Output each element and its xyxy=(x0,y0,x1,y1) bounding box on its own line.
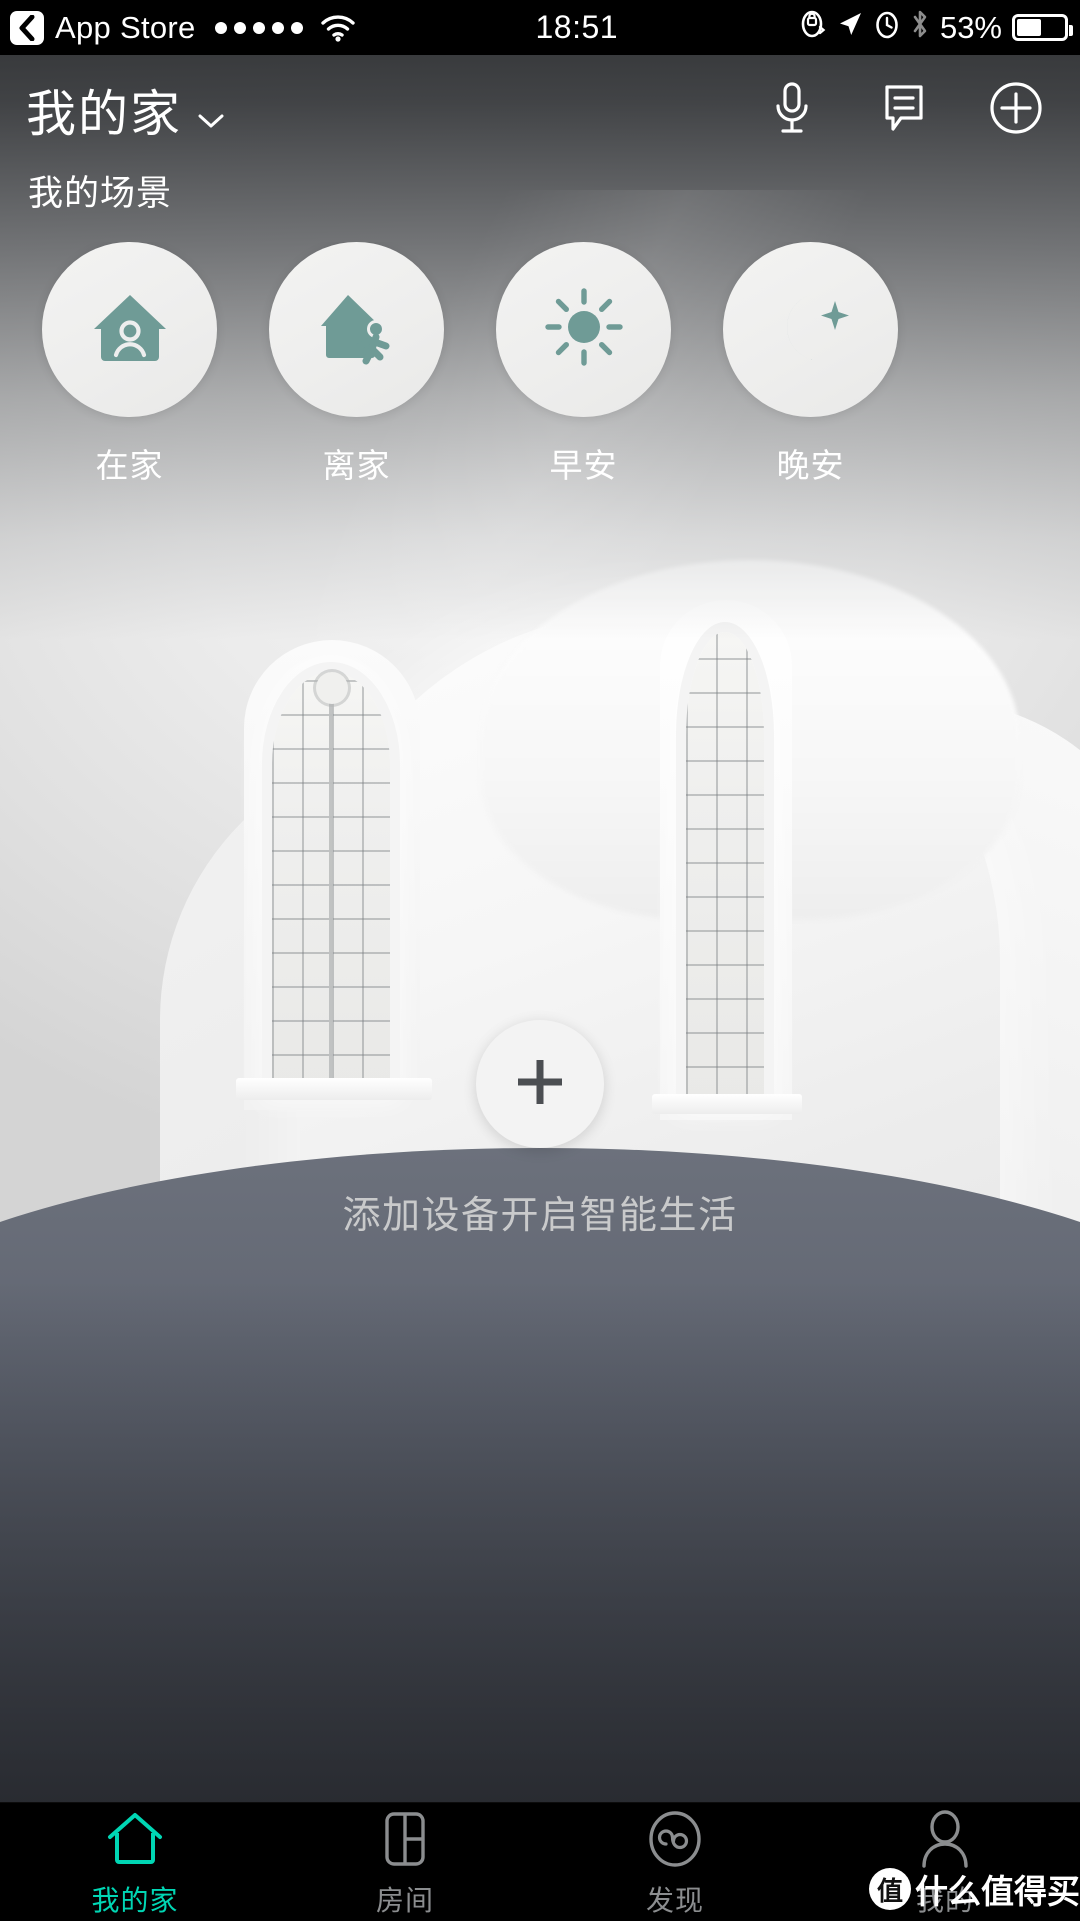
voice-button[interactable] xyxy=(764,80,820,141)
house-person-icon xyxy=(87,287,173,372)
plus-circle-icon xyxy=(989,81,1043,140)
chevron-left-icon xyxy=(18,14,36,41)
status-bar-center: 18:51 xyxy=(356,9,798,46)
signal-dots-icon xyxy=(214,21,303,34)
scene-label: 离家 xyxy=(322,447,391,484)
battery-icon xyxy=(1012,14,1073,41)
app-header: 我的家 xyxy=(0,55,1080,165)
scene-icon-circle xyxy=(496,242,671,417)
tab-label: 我的 xyxy=(915,1885,974,1916)
scene-icon-circle xyxy=(269,242,444,417)
bottom-gradient-scrim xyxy=(0,1282,1080,1802)
scene-item-at-home[interactable]: 在家 xyxy=(42,242,217,487)
alarm-clock-icon xyxy=(874,9,900,47)
header-actions xyxy=(764,80,1080,141)
add-device-button[interactable] xyxy=(476,1020,604,1148)
scene-label: 早安 xyxy=(549,447,618,484)
scene-label: 晚安 xyxy=(776,447,845,484)
app-screen: App Store 18:51 53% 我的家 我的场景 在家 离家 早安 晚安… xyxy=(0,0,1080,1921)
status-bar-right: 53% xyxy=(798,8,1080,48)
back-to-app-button[interactable] xyxy=(10,10,44,45)
microphone-icon xyxy=(770,80,814,141)
tab-profile[interactable]: 我的 xyxy=(810,1803,1080,1921)
status-bar-left: App Store xyxy=(0,10,356,46)
person-outline-icon xyxy=(917,1810,973,1868)
chevron-down-icon xyxy=(196,111,226,136)
scene-icon-circle xyxy=(42,242,217,417)
page-title: 我的家 xyxy=(26,86,182,142)
plus-icon xyxy=(507,1049,573,1120)
location-arrow-icon xyxy=(836,10,864,46)
my-scenes-section: 我的场景 在家 离家 早安 晚安 xyxy=(0,165,1080,487)
messages-button[interactable] xyxy=(876,82,932,138)
section-title: 我的场景 xyxy=(28,174,173,213)
window-oculus xyxy=(316,672,348,704)
tab-rooms[interactable]: 房间 xyxy=(270,1803,540,1921)
scene-item-good-morning[interactable]: 早安 xyxy=(496,242,671,487)
add-device-label: 添加设备开启智能生活 xyxy=(342,1195,738,1237)
tab-label: 发现 xyxy=(645,1885,704,1916)
tab-label: 我的家 xyxy=(91,1885,179,1916)
scene-label: 在家 xyxy=(95,447,164,484)
battery-percent-label: 53% xyxy=(939,9,1002,45)
sun-icon xyxy=(542,285,626,374)
home-outline-icon xyxy=(105,1811,165,1867)
tab-my-home[interactable]: 我的家 xyxy=(0,1803,270,1921)
scene-icon-circle xyxy=(723,242,898,417)
add-button[interactable] xyxy=(988,81,1044,140)
bottom-tab-bar: 我的家 房间 发现 我的 xyxy=(0,1802,1080,1921)
moon-star-icon xyxy=(769,287,853,372)
clock-time: 18:51 xyxy=(535,9,619,45)
status-bar: App Store 18:51 53% xyxy=(0,0,1080,55)
discover-infinity-icon xyxy=(646,1811,704,1867)
tab-discover[interactable]: 发现 xyxy=(540,1803,810,1921)
bluetooth-icon xyxy=(910,8,930,48)
room-layout-icon xyxy=(381,1811,429,1867)
message-icon xyxy=(880,82,928,139)
back-app-label[interactable]: App Store xyxy=(55,10,196,46)
wifi-icon xyxy=(320,14,356,42)
house-walking-person-icon xyxy=(314,287,400,372)
add-device-section: 添加设备开启智能生活 xyxy=(0,1020,1080,1239)
scene-item-good-night[interactable]: 晚安 xyxy=(723,242,898,487)
scene-list[interactable]: 在家 离家 早安 晚安 xyxy=(0,242,1080,487)
tab-label: 房间 xyxy=(375,1885,434,1916)
rotation-lock-icon xyxy=(798,9,826,47)
scene-item-away[interactable]: 离家 xyxy=(269,242,444,487)
home-selector[interactable]: 我的家 xyxy=(0,74,226,146)
